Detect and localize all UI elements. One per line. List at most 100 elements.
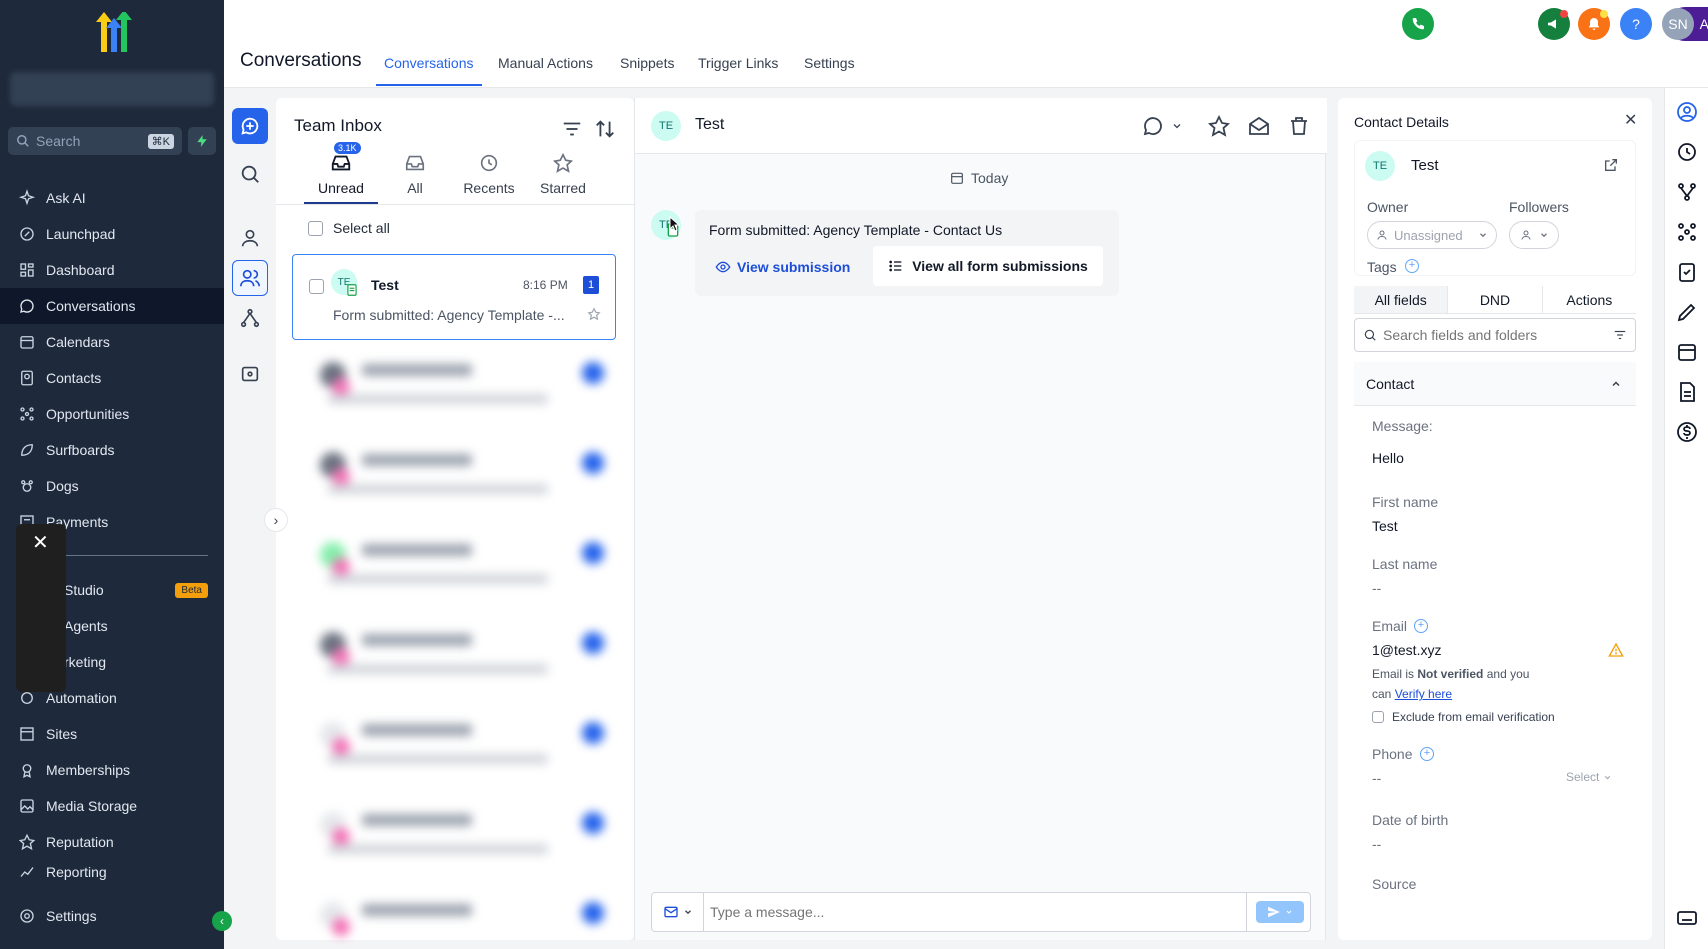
- tab-trigger-links[interactable]: Trigger Links: [698, 55, 778, 71]
- view-submission-button[interactable]: View submission: [705, 248, 860, 286]
- conversation-checkbox[interactable]: [309, 279, 324, 294]
- task-icon[interactable]: [1675, 260, 1699, 284]
- list-item[interactable]: [292, 708, 616, 780]
- workflow-icon[interactable]: [1675, 180, 1699, 204]
- announcements-button[interactable]: [1538, 8, 1570, 40]
- sidebar-item-calendars[interactable]: Calendars: [0, 324, 224, 360]
- dob-value[interactable]: --: [1372, 836, 1381, 852]
- sidebar-item-reporting[interactable]: Reporting: [0, 860, 224, 884]
- phone-type-select[interactable]: Select: [1566, 770, 1612, 784]
- mail-icon: [663, 906, 678, 918]
- tab-dnd[interactable]: DND: [1447, 286, 1541, 313]
- user-avatar[interactable]: SN: [1662, 8, 1694, 40]
- dollar-icon[interactable]: [1675, 420, 1699, 444]
- email-value[interactable]: 1@test.xyz: [1372, 642, 1441, 658]
- tab-snippets[interactable]: Snippets: [620, 55, 674, 71]
- phone-button[interactable]: [1402, 8, 1434, 40]
- star-icon[interactable]: [1207, 114, 1231, 138]
- preview-button[interactable]: [232, 356, 268, 392]
- sidebar-item-media-storage[interactable]: Media Storage: [0, 788, 224, 824]
- exclude-verification[interactable]: Exclude from email verification: [1372, 710, 1555, 724]
- expand-panel-button[interactable]: ›: [264, 508, 288, 532]
- contact-section-header[interactable]: Contact: [1354, 362, 1636, 406]
- sidebar-item-dogs[interactable]: Dogs: [0, 468, 224, 504]
- fields-search-input[interactable]: [1383, 327, 1603, 343]
- last-name-value[interactable]: --: [1372, 580, 1381, 596]
- tab-unread[interactable]: 3.1K Unread: [304, 142, 378, 196]
- workflows-button[interactable]: [232, 300, 268, 336]
- chevron-down-icon[interactable]: [1171, 120, 1183, 132]
- sidebar-item-ask-ai[interactable]: Ask AI: [0, 180, 224, 216]
- first-name-value[interactable]: Test: [1372, 518, 1398, 534]
- sidebar-item-surfboards[interactable]: Surfboards: [0, 432, 224, 468]
- filter-icon[interactable]: [561, 118, 583, 140]
- sidebar-item-launchpad[interactable]: Launchpad: [0, 216, 224, 252]
- list-item[interactable]: [292, 888, 616, 936]
- new-message-button[interactable]: [232, 108, 268, 144]
- mail-open-icon[interactable]: [1247, 114, 1271, 138]
- search-conversations-button[interactable]: [232, 156, 268, 192]
- tab-all[interactable]: All: [378, 152, 452, 196]
- followers-select[interactable]: [1509, 221, 1559, 249]
- close-icon[interactable]: ✕: [32, 530, 49, 555]
- trash-icon[interactable]: [1287, 114, 1311, 138]
- close-icon[interactable]: ✕: [1624, 110, 1637, 130]
- list-item[interactable]: [292, 438, 616, 510]
- account-switcher[interactable]: [10, 72, 214, 106]
- document-icon[interactable]: [1675, 380, 1699, 404]
- filter-icon[interactable]: [1613, 328, 1627, 342]
- contact-card: TE Test Owner Followers Unassigned Tags …: [1354, 140, 1636, 276]
- sidebar-search[interactable]: Search ⌘K: [8, 127, 182, 155]
- external-link-icon[interactable]: [1603, 157, 1619, 173]
- fields-search[interactable]: [1354, 318, 1636, 352]
- sidebar-item-memberships[interactable]: Memberships: [0, 752, 224, 788]
- tab-actions[interactable]: Actions: [1541, 286, 1636, 313]
- notifications-button[interactable]: [1578, 8, 1610, 40]
- pencil-icon[interactable]: [1675, 300, 1699, 324]
- sidebar-item-contacts[interactable]: Contacts: [0, 360, 224, 396]
- verify-here-link[interactable]: Verify here: [1395, 687, 1452, 701]
- sidebar-item-settings[interactable]: Settings: [0, 898, 224, 934]
- list-item[interactable]: [292, 618, 616, 690]
- quick-action-button[interactable]: [188, 127, 216, 155]
- tab-recents[interactable]: Recents: [452, 152, 526, 196]
- select-all[interactable]: Select all: [308, 220, 390, 236]
- team-inbox-button[interactable]: [232, 260, 268, 296]
- keyboard-icon[interactable]: [1675, 906, 1699, 930]
- phone-value[interactable]: --: [1372, 770, 1381, 786]
- tab-conversations[interactable]: Conversations: [384, 55, 474, 71]
- chat-bubble-icon[interactable]: [1141, 114, 1165, 138]
- help-button[interactable]: ?: [1620, 8, 1652, 40]
- sidebar-item-reputation[interactable]: Reputation: [0, 824, 224, 860]
- contact-circle-icon[interactable]: [1675, 100, 1699, 124]
- history-icon[interactable]: [1675, 140, 1699, 164]
- sort-icon[interactable]: [594, 118, 616, 140]
- add-phone-icon[interactable]: +: [1420, 747, 1434, 761]
- opportunities-icon[interactable]: [1675, 220, 1699, 244]
- add-email-icon[interactable]: +: [1414, 619, 1428, 633]
- exclude-checkbox[interactable]: [1372, 711, 1384, 723]
- tab-settings[interactable]: Settings: [804, 55, 855, 71]
- select-all-checkbox[interactable]: [308, 220, 323, 236]
- tooltip-popup: ✕: [16, 524, 66, 692]
- channel-selector[interactable]: [652, 893, 704, 931]
- owner-select[interactable]: Unassigned: [1367, 221, 1497, 249]
- tab-all-fields[interactable]: All fields: [1354, 286, 1448, 313]
- tab-starred[interactable]: Starred: [526, 152, 600, 196]
- sidebar-item-opportunities[interactable]: Opportunities: [0, 396, 224, 432]
- list-item[interactable]: [292, 798, 616, 870]
- star-icon[interactable]: [587, 307, 601, 321]
- my-inbox-button[interactable]: [232, 220, 268, 256]
- conversation-item[interactable]: TE Test 8:16 PM 1 Form submitted: Agency…: [292, 254, 616, 340]
- tab-manual-actions[interactable]: Manual Actions: [498, 55, 593, 71]
- calendar-icon[interactable]: [1675, 340, 1699, 364]
- sidebar-item-dashboard[interactable]: Dashboard: [0, 252, 224, 288]
- message-input[interactable]: [710, 901, 1190, 923]
- sidebar-item-conversations[interactable]: Conversations: [0, 288, 224, 324]
- list-item[interactable]: [292, 348, 616, 420]
- add-tag-icon[interactable]: +: [1405, 259, 1419, 273]
- sidebar-item-sites[interactable]: Sites: [0, 716, 224, 752]
- view-all-submissions-button[interactable]: View all form submissions: [873, 246, 1103, 286]
- list-item[interactable]: [292, 528, 616, 600]
- send-button[interactable]: [1256, 901, 1304, 923]
